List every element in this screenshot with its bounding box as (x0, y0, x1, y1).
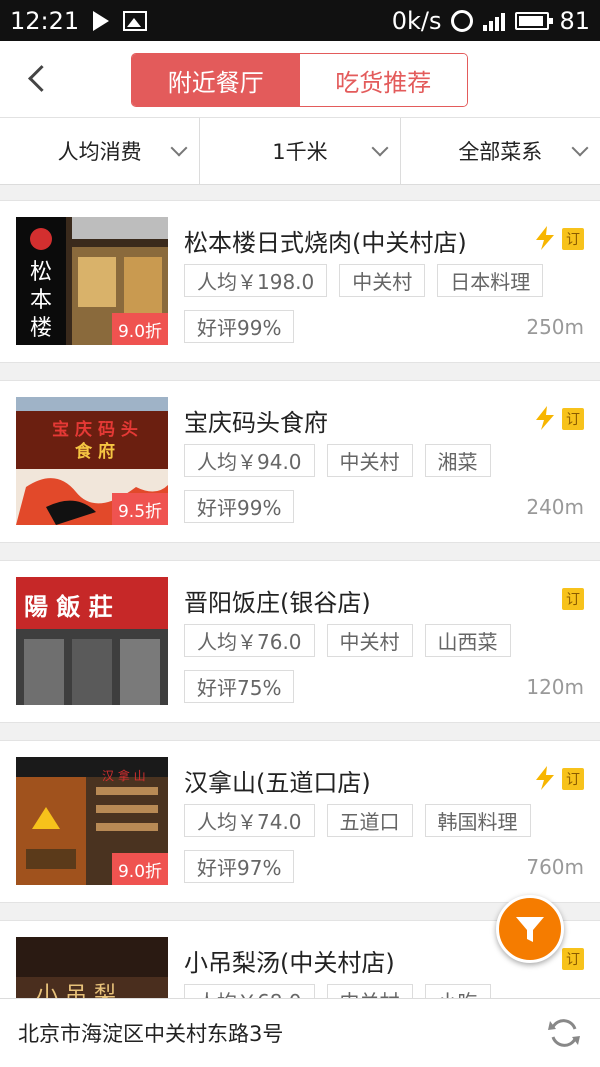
distance: 250m (526, 315, 584, 339)
thumb-text: 汉 拿 山 (102, 769, 146, 783)
book-badge: 订 (562, 768, 584, 790)
filter-avg-price[interactable]: 人均消费 (0, 118, 199, 184)
tag-row: 人均￥76.0 中关村 山西菜 (184, 624, 511, 657)
book-badge: 订 (562, 588, 584, 610)
book-badge: 订 (562, 948, 584, 970)
area-tag: 五道口 (326, 804, 413, 837)
filter-distance[interactable]: 1千米 (199, 118, 399, 184)
chevron-down-icon (170, 139, 188, 157)
restaurant-name: 宝庆码头食府 (184, 409, 328, 437)
tag-row: 人均￥198.0 中关村 日本料理 (184, 264, 544, 297)
restaurant-card[interactable]: 松 本 楼 9.0折 松本楼日式烧肉(中关村店) 订 人均￥198.0 中关村 … (0, 200, 600, 363)
discount-badge: 9.5折 (112, 493, 168, 525)
clock: 12:21 (10, 6, 80, 35)
cuisine-tag: 日本料理 (437, 264, 544, 297)
funnel-icon (516, 917, 544, 942)
signal-icon (483, 11, 506, 31)
status-bar: 12:21 0k/s 81 (0, 0, 600, 41)
lightning-icon (536, 226, 554, 250)
tag-row: 人均￥74.0 五道口 韩国料理 (184, 804, 531, 837)
image-icon (123, 10, 148, 31)
battery-icon (515, 11, 554, 30)
rating-tag: 好评75% (184, 670, 295, 703)
filter-fab-button[interactable] (496, 895, 564, 963)
battery-level: 81 (559, 6, 590, 35)
header: 附近餐厅 吃货推荐 (0, 41, 600, 118)
price-tag: 人均￥74.0 (184, 804, 315, 837)
thumb-text: 楼 (30, 316, 53, 341)
tag-row: 人均￥94.0 中关村 湘菜 (184, 444, 491, 477)
chevron-down-icon (571, 139, 589, 157)
restaurant-name: 松本楼日式烧肉(中关村店) (184, 229, 467, 257)
area-tag: 中关村 (326, 624, 413, 657)
filter-bar: 人均消费 1千米 全部菜系 (0, 118, 600, 185)
network-speed: 0k/s (391, 6, 442, 35)
restaurant-photo: 宝 庆 码 头 食 府 9.5折 (16, 397, 168, 525)
rating-tag: 好评99% (184, 490, 295, 523)
location-bar: 北京市海淀区中关村东路3号 (0, 998, 600, 1067)
alarm-icon (451, 9, 474, 32)
distance: 240m (526, 495, 584, 519)
book-badge: 订 (562, 408, 584, 430)
distance: 760m (526, 855, 584, 879)
price-tag: 人均￥94.0 (184, 444, 315, 477)
rating-tag: 好评99% (184, 310, 295, 343)
rating-tag: 好评97% (184, 850, 295, 883)
tab-foodie-recommend[interactable]: 吃货推荐 (299, 54, 467, 106)
lightning-icon (536, 406, 554, 430)
thumb-text: 宝 庆 码 头 (52, 420, 138, 440)
filter-label: 全部菜系 (458, 140, 543, 164)
restaurant-name: 汉拿山(五道口店) (184, 769, 371, 797)
current-address: 北京市海淀区中关村东路3号 (18, 1022, 284, 1046)
area-tag: 中关村 (326, 444, 413, 477)
filter-label: 人均消费 (57, 140, 142, 164)
cuisine-tag: 韩国料理 (424, 804, 531, 837)
restaurant-photo: 汉 拿 山 9.0折 (16, 757, 168, 885)
cuisine-tag: 山西菜 (424, 624, 511, 657)
restaurant-name: 小吊梨汤(中关村店) (184, 949, 395, 977)
price-tag: 人均￥76.0 (184, 624, 315, 657)
distance: 120m (526, 675, 584, 699)
restaurant-card[interactable]: 宝 庆 码 头 食 府 9.5折 宝庆码头食府 订 人均￥94.0 中关村 湘菜… (0, 380, 600, 543)
restaurant-photo: 松 本 楼 9.0折 (16, 217, 168, 345)
discount-badge: 9.0折 (112, 313, 168, 345)
refresh-icon[interactable] (546, 1015, 582, 1051)
filter-label: 1千米 (272, 140, 328, 164)
segmented-tabs: 附近餐厅 吃货推荐 (131, 53, 468, 107)
thumb-text: 食 府 (75, 442, 115, 462)
thumb-text: 本 (30, 288, 53, 313)
discount-badge: 9.0折 (112, 853, 168, 885)
tab-nearby-restaurants[interactable]: 附近餐厅 (132, 54, 300, 106)
back-arrow-icon[interactable] (22, 63, 54, 95)
price-tag: 人均￥198.0 (184, 264, 328, 297)
chevron-down-icon (371, 139, 389, 157)
thumb-text: 陽 飯 莊 (24, 592, 113, 621)
cuisine-tag: 湘菜 (424, 444, 491, 477)
play-icon (93, 10, 110, 31)
restaurant-card[interactable]: 陽 飯 莊 晋阳饭庄(银谷店) 订 人均￥76.0 中关村 山西菜 好评75% … (0, 560, 600, 723)
book-badge: 订 (562, 228, 584, 250)
thumb-text: 松 (30, 260, 53, 285)
filter-cuisine[interactable]: 全部菜系 (399, 118, 600, 184)
restaurant-name: 晋阳饭庄(银谷店) (184, 589, 371, 617)
lightning-icon (536, 766, 554, 790)
area-tag: 中关村 (339, 264, 426, 297)
restaurant-card[interactable]: 汉 拿 山 9.0折 汉拿山(五道口店) 订 人均￥74.0 五道口 韩国料理 … (0, 740, 600, 903)
restaurant-photo: 陽 飯 莊 (16, 577, 168, 705)
